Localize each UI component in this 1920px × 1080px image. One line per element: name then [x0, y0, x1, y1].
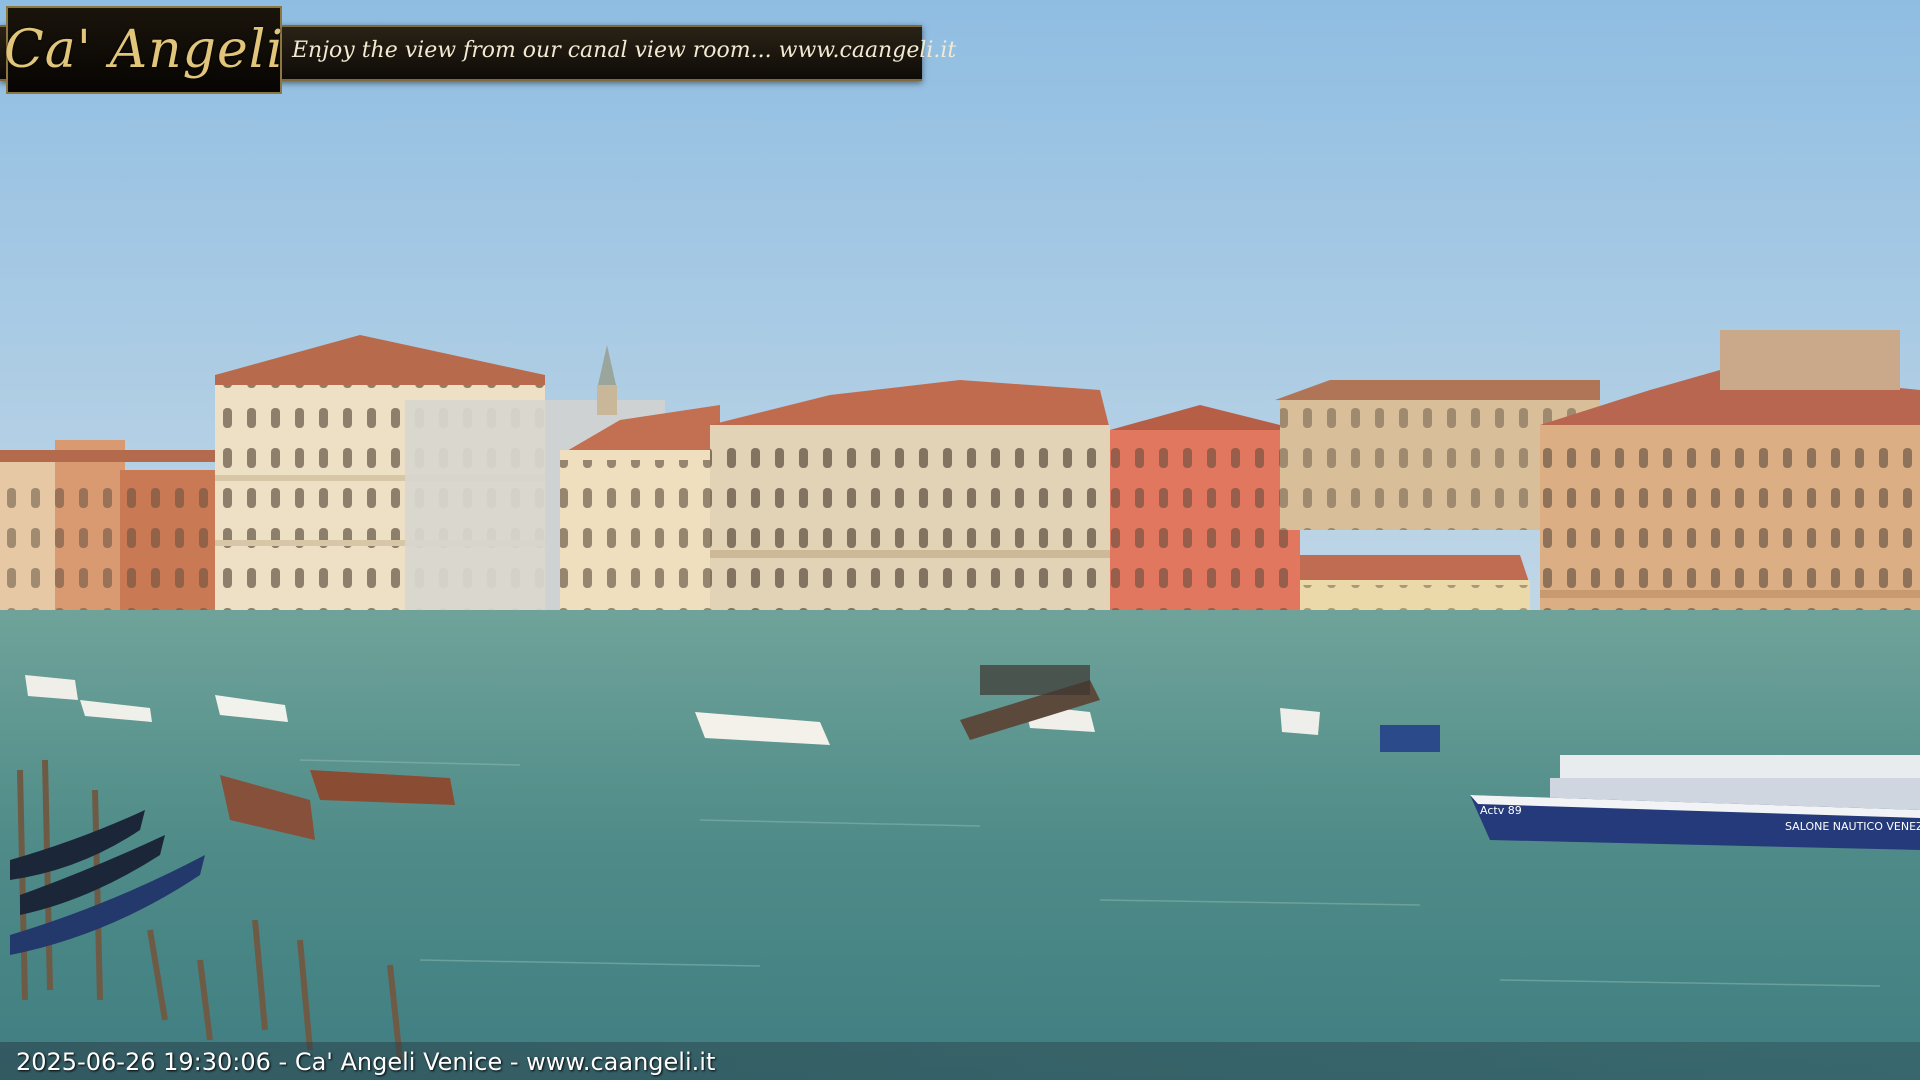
canal-scene: SALONE NAUTICO VENEZIA Actv 89	[0, 0, 1920, 1080]
banner-tagline: Enjoy the view from our canal view room.…	[292, 37, 957, 63]
logo-text: Ca' Angeli	[4, 20, 284, 80]
timestamp-overlay: 2025-06-26 19:30:06 - Ca' Angeli Venice …	[16, 1048, 716, 1076]
logo: Ca' Angeli	[4, 6, 284, 94]
vaporetto-label: SALONE NAUTICO VENEZIA	[1785, 820, 1920, 833]
vaporetto-line: Actv 89	[1480, 804, 1522, 817]
header-banner: Ca' Angeli Enjoy the view from our canal…	[0, 5, 956, 95]
grand-canal-water	[0, 610, 1920, 1080]
